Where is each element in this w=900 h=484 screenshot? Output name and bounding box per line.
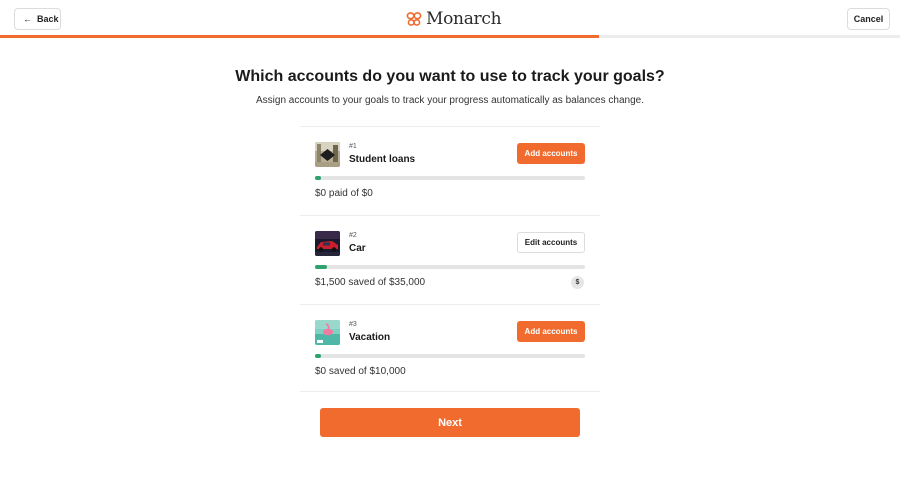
goal-progress-fill (315, 354, 321, 358)
edit-accounts-button[interactable]: Edit accounts (517, 232, 585, 253)
goal-card-car: #2 Car Edit accounts $1,500 saved of $35… (300, 215, 600, 303)
goal-image-student-loans (315, 142, 340, 167)
step-progress-bar (0, 35, 900, 38)
add-accounts-button[interactable]: Add accounts (517, 321, 585, 342)
arrow-left-icon: ← (23, 13, 32, 24)
goal-progress-bar (315, 354, 585, 358)
cancel-label: Cancel (853, 14, 884, 24)
goal-image-vacation (315, 320, 340, 345)
goal-rank: #3 (349, 321, 357, 328)
cancel-button[interactable]: Cancel (847, 8, 890, 30)
monarch-logo: Monarch (406, 8, 502, 30)
goal-progress-fill (315, 265, 327, 269)
dollar-badge-icon: $ (571, 276, 584, 289)
goal-name: Car (349, 243, 366, 254)
goal-amount: $0 paid of $0 (315, 188, 373, 199)
back-label: Back (37, 14, 59, 24)
step-progress-fill (0, 35, 600, 38)
goal-name: Student loans (349, 154, 416, 165)
goal-image-car (315, 231, 340, 256)
goal-progress-bar (315, 176, 585, 180)
goal-rank: #2 (349, 232, 357, 239)
goal-amount: $1,500 saved of $35,000 (315, 277, 426, 288)
page-subtitle: Assign accounts to your goals to track y… (256, 95, 644, 106)
back-button[interactable]: ← Back (14, 8, 61, 30)
goal-amount: $0 saved of $10,000 (315, 366, 406, 377)
add-accounts-button[interactable]: Add accounts (517, 143, 585, 164)
next-button[interactable]: Next (320, 408, 580, 437)
goal-rank: #1 (349, 143, 357, 150)
goal-name: Vacation (349, 332, 391, 343)
goal-card-vacation: #3 Vacation Add accounts $0 saved of $10… (300, 304, 600, 392)
logo-text: Monarch (426, 9, 502, 29)
goal-card-student-loans: #1 Student loans Add accounts $0 paid of… (300, 126, 600, 214)
page-title: Which accounts do you want to use to tra… (235, 68, 665, 85)
top-bar: ← Back Monarch Cancel (0, 0, 900, 38)
goal-progress-fill (315, 176, 321, 180)
butterfly-icon (406, 12, 422, 26)
goal-progress-bar (315, 265, 585, 269)
